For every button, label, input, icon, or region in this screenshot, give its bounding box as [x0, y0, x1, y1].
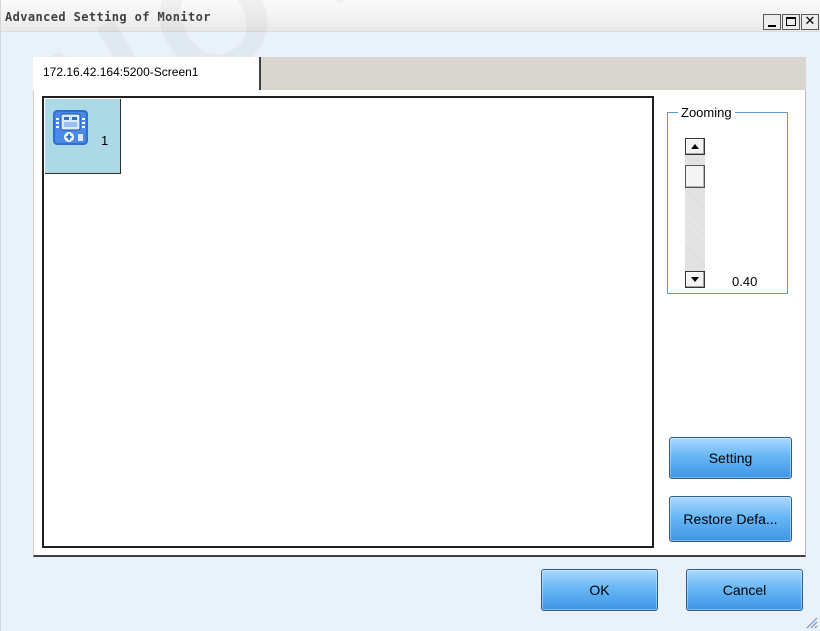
title-bar[interactable]: Advanced Setting of Monitor ✕ — [1, 0, 820, 32]
device-item[interactable]: 1 — [45, 99, 121, 174]
dialog-window: Advanced Setting of Monitor ✕ NOVASTAR 1… — [0, 0, 820, 631]
scroll-down-button[interactable] — [685, 271, 705, 288]
zooming-group: Zooming 0.40 — [667, 105, 788, 294]
zoom-value: 0.40 — [732, 274, 758, 289]
receiving-card-icon — [53, 110, 88, 145]
restore-default-button[interactable]: Restore Defa... — [669, 496, 792, 542]
tab-strip: 172.16.42.164:5200-Screen1 — [33, 57, 806, 90]
cancel-button[interactable]: Cancel — [686, 569, 803, 611]
arrow-down-icon — [691, 277, 699, 282]
close-icon: ✕ — [804, 14, 816, 29]
device-label: 1 — [101, 133, 109, 148]
scroll-up-button[interactable] — [685, 138, 705, 155]
setting-button[interactable]: Setting — [669, 437, 792, 479]
minimize-icon — [768, 25, 776, 27]
ok-button[interactable]: OK — [541, 569, 658, 611]
arrow-up-icon — [691, 144, 699, 149]
maximize-button[interactable] — [782, 14, 800, 30]
zooming-legend: Zooming — [678, 105, 735, 120]
scroll-thumb[interactable] — [685, 165, 705, 188]
monitor-canvas[interactable]: 1 — [42, 96, 654, 548]
resize-grip-icon[interactable] — [804, 615, 818, 629]
window-title: Advanced Setting of Monitor — [5, 10, 211, 24]
minimize-button[interactable] — [763, 14, 781, 30]
window-controls: ✕ — [762, 14, 819, 30]
zoom-scrollbar[interactable] — [685, 138, 705, 288]
tab-screen1[interactable]: 172.16.42.164:5200-Screen1 — [33, 57, 261, 90]
close-button[interactable]: ✕ — [801, 14, 819, 30]
maximize-icon — [786, 17, 796, 26]
